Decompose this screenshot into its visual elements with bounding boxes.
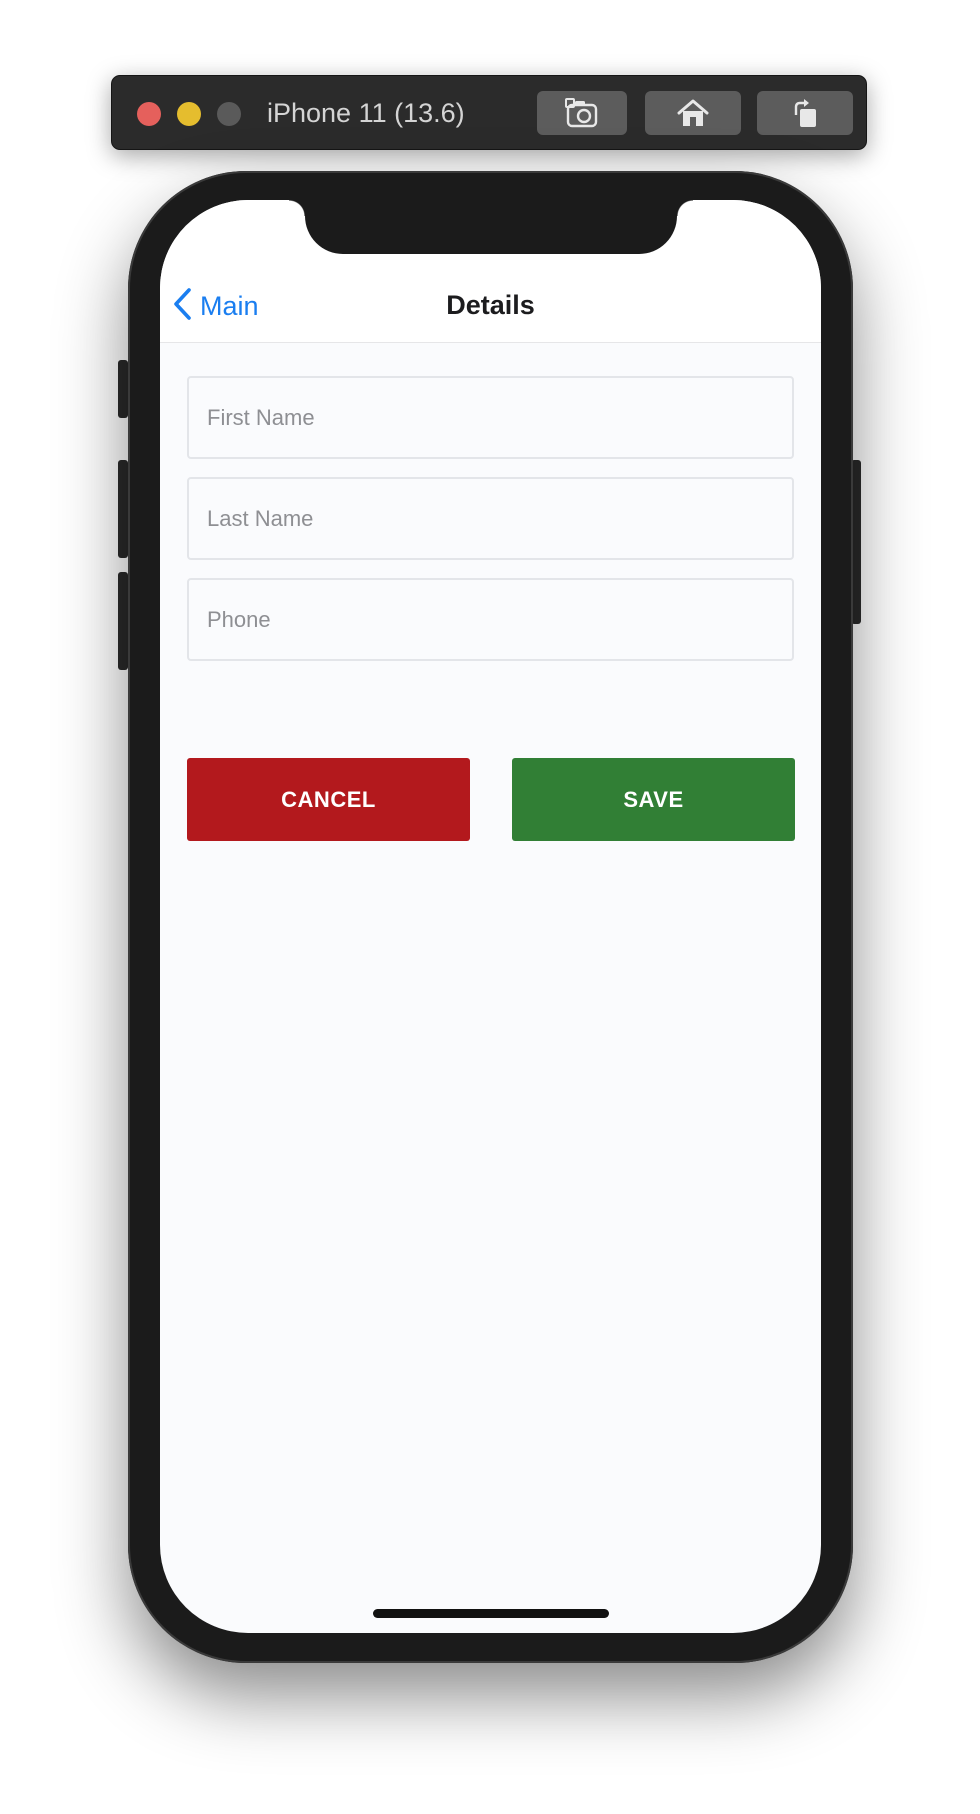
last-name-input[interactable] [187, 477, 794, 560]
rotate-icon [788, 97, 822, 129]
zoom-window-button[interactable] [217, 102, 241, 126]
home-icon [676, 98, 710, 128]
home-button[interactable] [645, 91, 741, 135]
device-screen: Main Details CANCEL SAVE [160, 200, 821, 1633]
screenshot-button[interactable] [537, 91, 627, 135]
save-button[interactable]: SAVE [512, 758, 795, 841]
mute-switch [118, 360, 128, 418]
home-indicator[interactable] [373, 1609, 609, 1618]
simulator-toolbar: iPhone 11 (13.6) [111, 75, 867, 150]
cancel-button[interactable]: CANCEL [187, 758, 470, 841]
first-name-input[interactable] [187, 376, 794, 459]
simulator-stage: iPhone 11 (13.6) Main Details First Name… [0, 0, 980, 1814]
volume-up-button [118, 460, 128, 558]
minimize-window-button[interactable] [177, 102, 201, 126]
rotate-button[interactable] [757, 91, 853, 135]
page-title: Details [446, 290, 535, 320]
close-window-button[interactable] [137, 102, 161, 126]
volume-down-button [118, 572, 128, 670]
camera-icon [565, 98, 599, 128]
simulator-title: iPhone 11 (13.6) [267, 98, 465, 128]
phone-input[interactable] [187, 578, 794, 661]
device-notch [289, 200, 693, 254]
